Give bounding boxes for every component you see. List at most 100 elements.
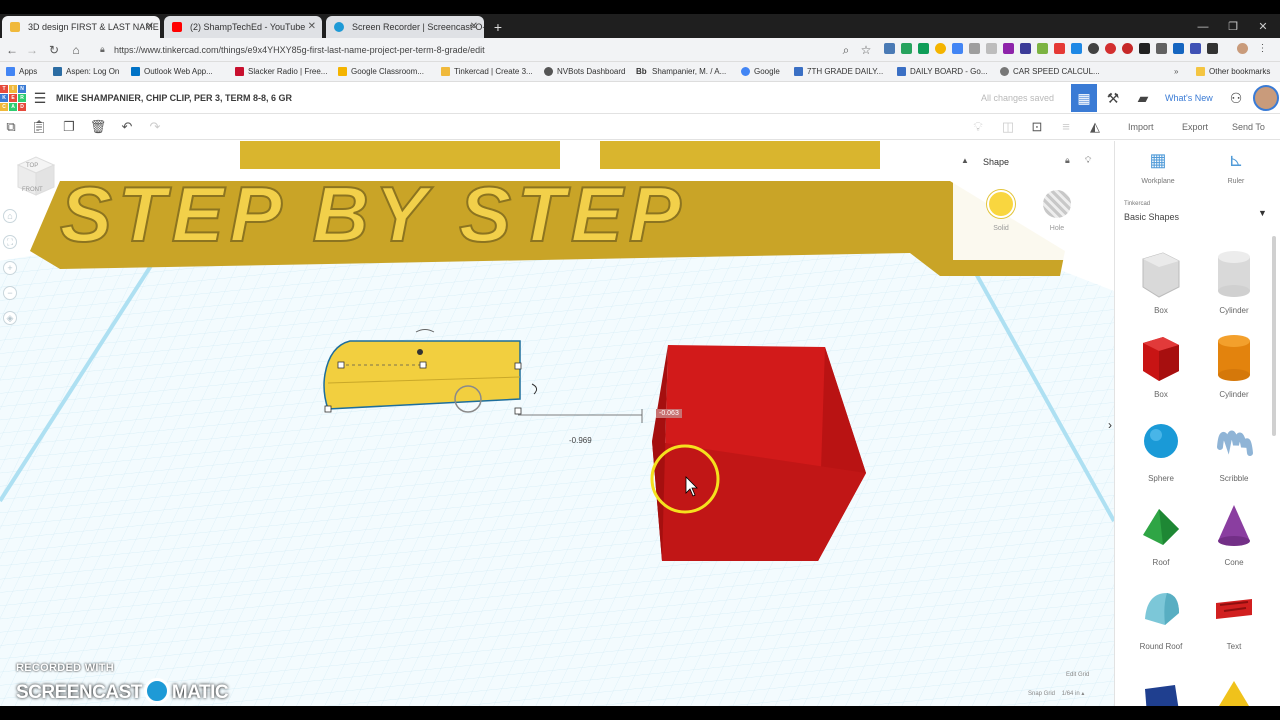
whats-new-link[interactable]: What's New <box>1165 82 1213 114</box>
orthographic-view-icon[interactable]: ◈ <box>3 311 17 325</box>
export-button[interactable]: Export <box>1182 114 1208 140</box>
lessons-icon[interactable]: ▰ <box>1132 87 1154 109</box>
notes-bulb-icon[interactable]: 💡︎ <box>968 117 988 137</box>
shape-text[interactable]: Text <box>1204 585 1264 665</box>
collapse-caret-icon[interactable]: ▲ <box>961 156 969 165</box>
project-title[interactable]: MIKE SHAMPANIER, CHIP CLIP, PER 3, TERM … <box>56 82 292 114</box>
extension-icon[interactable] <box>1190 43 1201 54</box>
bookmark-7th-grade[interactable]: 7TH GRADE DAILY... <box>794 62 883 82</box>
extension-icon[interactable] <box>1054 43 1065 54</box>
extension-icon[interactable] <box>1122 43 1133 54</box>
extension-icon[interactable] <box>986 43 997 54</box>
extension-icon[interactable] <box>1105 43 1116 54</box>
group-icon[interactable]: ◫ <box>998 117 1018 137</box>
red-box-shape[interactable] <box>652 345 866 561</box>
bookmark-nvbots[interactable]: NVBots Dashboard <box>544 62 625 82</box>
extension-icon[interactable] <box>969 43 980 54</box>
forward-arrow-icon[interactable]: → <box>24 42 40 58</box>
address-bar[interactable]: 🔒︎ https://www.tinkercad.com/things/e9x4… <box>96 41 880 59</box>
align-icon[interactable]: ≡ <box>1056 117 1076 137</box>
shape-box[interactable]: Box <box>1131 333 1191 413</box>
zoom-search-icon[interactable]: ⌕ <box>838 42 854 58</box>
tab-youtube[interactable]: (2) ShampTechEd - YouTube ✕ <box>164 16 322 38</box>
extension-icon[interactable] <box>1037 43 1048 54</box>
redo-icon[interactable]: ↷ <box>145 117 165 137</box>
extension-icon[interactable] <box>1173 43 1184 54</box>
snap-grid-control[interactable]: Snap Grid 1/64 in ▴ <box>1028 690 1084 697</box>
window-close-button[interactable]: ✕ <box>1248 16 1278 38</box>
panel-scrollbar[interactable] <box>1272 236 1276 436</box>
maximize-button[interactable]: ❐ <box>1218 16 1248 38</box>
bookmark-google[interactable]: Google <box>741 62 780 82</box>
shape-partial-blue[interactable] <box>1131 681 1191 706</box>
extension-icon[interactable] <box>1156 43 1167 54</box>
minimize-button[interactable]: — <box>1188 16 1218 38</box>
extension-icon[interactable] <box>901 43 912 54</box>
home-icon[interactable]: ⌂ <box>68 42 84 58</box>
edit-grid-link[interactable]: Edit Grid <box>1066 672 1089 678</box>
ungroup-icon[interactable]: ⊡ <box>1027 117 1047 137</box>
tinkercad-logo[interactable]: TIN KER CAD <box>0 84 26 112</box>
extension-icon[interactable] <box>1088 43 1099 54</box>
bookmark-apps[interactable]: Apps <box>6 62 37 82</box>
shape-roof[interactable]: Roof <box>1131 501 1191 581</box>
design-menu-icon[interactable]: ☰ <box>29 87 51 109</box>
snap-grid-value[interactable]: 1/64 in <box>1062 691 1080 697</box>
import-button[interactable]: Import <box>1128 114 1154 140</box>
add-user-icon[interactable]: ⚇ <box>1225 87 1247 109</box>
back-arrow-icon[interactable]: ← <box>4 42 20 58</box>
extension-icon[interactable] <box>935 43 946 54</box>
view-cube[interactable]: TOP FRONT <box>16 155 56 197</box>
blocks-pickaxe-icon[interactable]: ⚒ <box>1102 87 1124 109</box>
send-to-button[interactable]: Send To <box>1232 114 1265 140</box>
new-tab-button[interactable]: + <box>490 16 506 38</box>
extension-icon[interactable] <box>1003 43 1014 54</box>
fit-view-icon[interactable]: ⛶ <box>3 235 17 249</box>
shape-partial-yellow[interactable] <box>1204 677 1264 706</box>
shape-cylinder-hole[interactable]: Cylinder <box>1204 249 1264 329</box>
panel-collapse-chevron-icon[interactable]: › <box>1108 418 1112 432</box>
shape-round-roof[interactable]: Round Roof <box>1131 585 1191 665</box>
zoom-in-icon[interactable]: + <box>3 261 17 275</box>
tab-tinkercad[interactable]: 3D design FIRST & LAST NAME ✕ <box>2 16 160 38</box>
hole-swatch[interactable] <box>1043 190 1071 218</box>
shape-cone[interactable]: Cone <box>1204 501 1264 581</box>
reload-icon[interactable]: ↻ <box>46 42 62 58</box>
extension-icon[interactable] <box>918 43 929 54</box>
length-dimension-label[interactable]: -0.969 <box>569 436 592 445</box>
bookmark-blackboard[interactable]: Bb Shampanier, M. / A... <box>636 62 726 82</box>
home-view-icon[interactable]: ⌂ <box>3 209 17 223</box>
extension-icon[interactable] <box>1020 43 1031 54</box>
tab-screencast[interactable]: Screen Recorder | Screencast-O-M ✕ <box>326 16 484 38</box>
bookmark-slacker[interactable]: Slacker Radio | Free... <box>235 62 327 82</box>
offset-dimension-label[interactable]: -0.063 <box>656 409 682 418</box>
solid-color-swatch[interactable] <box>987 190 1015 218</box>
3d-view-grid-icon[interactable]: ▦ <box>1071 84 1097 112</box>
extension-icon[interactable] <box>1139 43 1150 54</box>
extension-icon[interactable] <box>952 43 963 54</box>
shape-box-hole[interactable]: Box <box>1131 249 1191 329</box>
ruler-tool[interactable]: ⊾ Ruler <box>1206 149 1266 185</box>
bookmark-outlook[interactable]: Outlook Web App... <box>131 62 213 82</box>
profile-avatar-icon[interactable] <box>1237 43 1248 54</box>
chevron-down-icon[interactable]: ▼ <box>1258 208 1267 218</box>
extension-icon[interactable] <box>1071 43 1082 54</box>
visibility-bulb-icon[interactable]: 💡︎ <box>1085 155 1091 166</box>
other-bookmarks[interactable]: Other bookmarks <box>1196 62 1270 82</box>
extension-icon[interactable] <box>1207 43 1218 54</box>
user-avatar[interactable] <box>1253 85 1279 111</box>
extension-icon[interactable] <box>884 43 895 54</box>
workplane-tool[interactable]: ▦ Workplane <box>1128 149 1188 185</box>
delete-trash-icon[interactable]: 🗑︎ <box>88 117 108 137</box>
shape-scribble[interactable]: Scribble <box>1204 417 1264 497</box>
undo-icon[interactable]: ↶ <box>117 117 137 137</box>
bookmark-tinkercad[interactable]: Tinkercad | Create 3... <box>441 62 533 82</box>
bookmark-car-speed[interactable]: CAR SPEED CALCUL... <box>1000 62 1100 82</box>
close-icon[interactable]: ✕ <box>470 16 478 38</box>
duplicate-icon[interactable]: ❐ <box>59 117 79 137</box>
lock-icon[interactable]: 🔒︎ <box>1065 155 1070 166</box>
zoom-out-icon[interactable]: − <box>3 286 17 300</box>
bookmarks-overflow-icon[interactable]: » <box>1174 62 1178 82</box>
bookmark-aspen[interactable]: Aspen: Log On <box>53 62 119 82</box>
close-icon[interactable]: ✕ <box>308 16 316 38</box>
